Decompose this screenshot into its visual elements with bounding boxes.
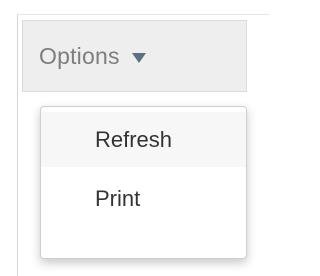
menu-item-print[interactable]: Print: [41, 171, 246, 226]
options-dropdown-menu: Refresh Print: [40, 106, 247, 259]
menu-item-label: Refresh: [95, 126, 173, 152]
options-label: Options: [39, 42, 120, 69]
options-dropdown-button[interactable]: Options: [22, 20, 247, 92]
caret-down-icon: [131, 53, 146, 63]
menu-item-label: Print: [95, 185, 141, 211]
menu-item-refresh[interactable]: Refresh: [41, 112, 246, 167]
